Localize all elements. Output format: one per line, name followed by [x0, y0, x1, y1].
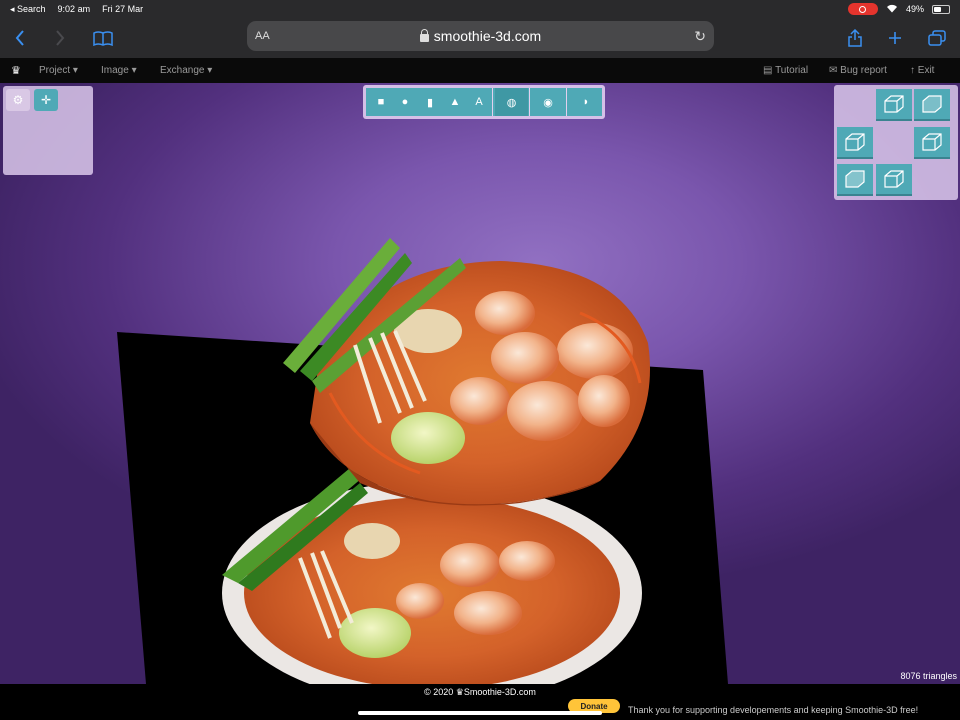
status-date: Fri 27 Mar: [102, 4, 144, 14]
circle-shape-icon[interactable]: ●: [393, 88, 417, 116]
copyright-text: © 2020 ♛Smoothie-3D.com: [424, 687, 536, 697]
triangle-count: 8076 triangles: [900, 671, 957, 681]
view-top-cube-icon[interactable]: [876, 89, 912, 121]
move-crosshair-icon[interactable]: ✛: [34, 89, 58, 111]
disc-shape-icon[interactable]: ◉: [533, 88, 563, 116]
thank-you-text: Thank you for supporting developements a…: [628, 705, 919, 715]
menu-tutorial[interactable]: ▤ Tutorial: [763, 65, 808, 76]
view-left-cube-icon[interactable]: [837, 127, 873, 159]
view-right-cube-icon[interactable]: [914, 127, 950, 159]
screen-recording-icon: [847, 3, 878, 15]
3d-viewport[interactable]: ⚙ ✛ ■ ● ▮ ▲ A ◍ ◉ ◗ 8076 triangles: [0, 83, 960, 684]
menu-exchange[interactable]: Exchange ▾: [160, 65, 212, 76]
reload-icon[interactable]: ↻: [694, 28, 706, 45]
menu-image[interactable]: Image ▾: [101, 65, 137, 76]
half-shape-icon[interactable]: ◗: [572, 88, 600, 116]
menu-bug-report[interactable]: ✉ Bug report: [829, 65, 887, 76]
rounded-rect-shape-icon[interactable]: ▮: [418, 88, 442, 116]
settings-gear-icon[interactable]: ⚙: [6, 89, 30, 111]
left-tool-panel: ⚙ ✛: [3, 86, 93, 175]
view-cube-panel: [834, 85, 958, 200]
tabs-overview-icon[interactable]: [925, 26, 949, 50]
mail-icon: ✉: [829, 65, 838, 76]
forward-icon[interactable]: [48, 26, 72, 50]
up-arrow-icon: ↑: [910, 65, 915, 76]
home-indicator[interactable]: [358, 711, 602, 715]
footer: © 2020 ♛Smoothie-3D.com Donate Thank you…: [0, 684, 960, 720]
new-tab-icon[interactable]: [883, 26, 907, 50]
share-icon[interactable]: [843, 26, 867, 50]
view-front-cube-icon[interactable]: [837, 164, 873, 196]
3d-scene[interactable]: [0, 83, 960, 684]
status-time: 9:02 am: [57, 4, 91, 14]
view-top-right-cube-icon[interactable]: [914, 89, 950, 121]
battery-percent: 49%: [905, 4, 924, 14]
back-to-app-link[interactable]: ◂ Search: [10, 4, 46, 15]
book-icon: ▤: [763, 65, 773, 76]
wifi-icon: [886, 4, 898, 15]
bookmarks-icon[interactable]: [91, 26, 115, 50]
url-text: smoothie-3d.com: [433, 28, 542, 44]
address-bar[interactable]: AA smoothie-3d.com ↻: [247, 21, 714, 51]
status-bar: ◂ Search 9:02 am Fri 27 Mar 49%: [0, 0, 960, 18]
text-tool-button[interactable]: A: [467, 88, 491, 116]
app-menubar: ♛ Project ▾ Image ▾ Exchange ▾ ▤ Tutoria…: [0, 58, 960, 83]
battery-icon: [932, 4, 950, 14]
sphere-shape-icon[interactable]: ◍: [495, 88, 528, 116]
text-size-button[interactable]: AA: [255, 30, 270, 42]
menu-exit[interactable]: ↑ Exit: [910, 65, 934, 76]
smoothie-logo-icon[interactable]: ♛: [11, 64, 21, 77]
back-icon[interactable]: [8, 26, 32, 50]
view-bottom-cube-icon[interactable]: [876, 164, 912, 196]
triangle-shape-icon[interactable]: ▲: [443, 88, 467, 116]
lock-icon: [419, 29, 429, 42]
menu-project[interactable]: Project ▾: [39, 65, 78, 76]
browser-toolbar: AA smoothie-3d.com ↻: [0, 18, 960, 58]
square-shape-icon[interactable]: ■: [369, 88, 393, 116]
shape-toolstrip: ■ ● ▮ ▲ A ◍ ◉ ◗: [363, 85, 605, 119]
